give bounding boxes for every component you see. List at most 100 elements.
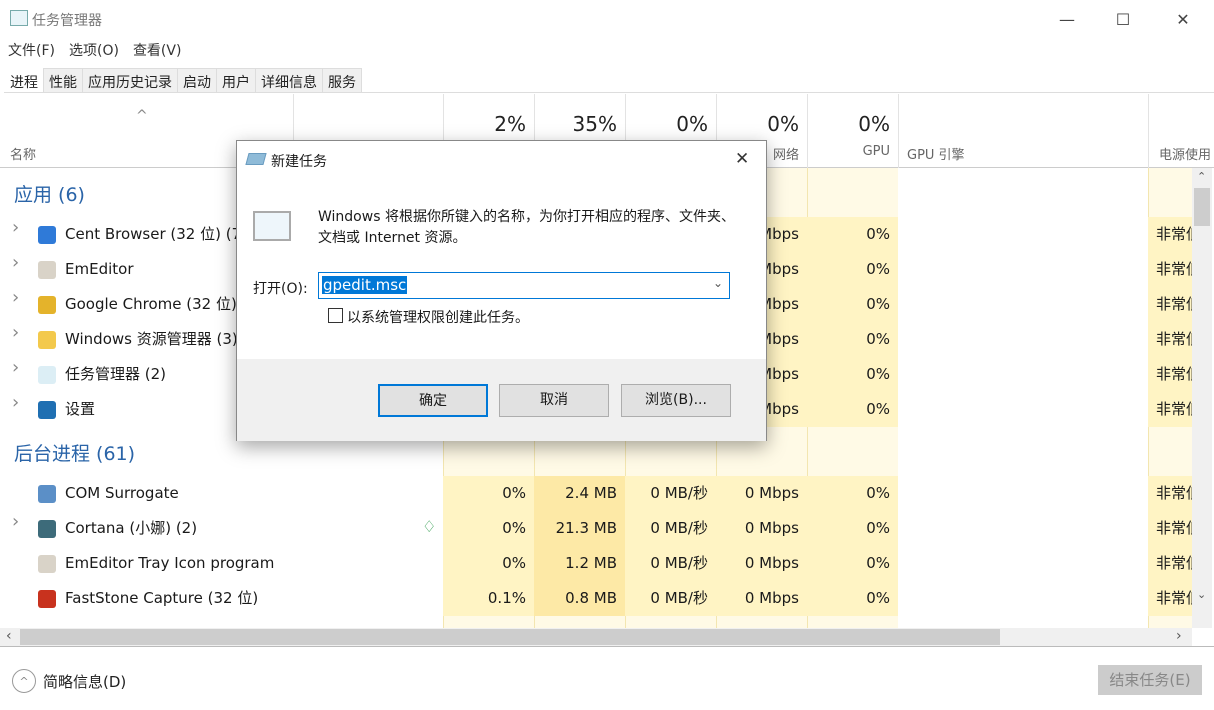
chevron-up-icon[interactable]: ^ (12, 669, 36, 693)
scroll-right-icon[interactable]: › (1176, 628, 1182, 644)
cell-disk: 0 MB/秒 (625, 476, 716, 511)
window-title: 任务管理器 (32, 13, 102, 29)
cell-mem: 1.2 MB (534, 546, 625, 581)
cell-power: 非常低 (1148, 357, 1192, 392)
column-power[interactable]: 电源使用 (1148, 94, 1214, 168)
chevron-down-icon[interactable]: ⌄ (713, 276, 723, 290)
cell-power: 非常低 (1148, 511, 1192, 546)
cell-gpu: 0% (807, 581, 898, 616)
cell-power: 非常低 (1148, 217, 1192, 252)
process-name: EmEditor Tray Icon program (65, 554, 275, 572)
cell-gpu: 0% (807, 252, 898, 287)
cell-power: 非常低 (1148, 322, 1192, 357)
close-button[interactable]: ✕ (1160, 0, 1206, 38)
menu-bar: 文件(F) 选项(O) 查看(V) (0, 40, 181, 62)
table-row[interactable]: EmEditor Tray Icon program 0% 1.2 MB 0 MB/秒… (0, 546, 1192, 581)
cancel-button[interactable]: 取消 (499, 384, 609, 417)
minimize-button[interactable]: — (1044, 0, 1090, 38)
cell-cpu: 0% (443, 546, 534, 581)
cell-power: 非常低 (1148, 252, 1192, 287)
cell-cpu: 0% (443, 511, 534, 546)
dialog-close-icon[interactable]: ✕ (735, 149, 749, 169)
table-row[interactable]: › Cortana (小娜) (2) ♢ 0% 21.3 MB 0 MB/秒 0 Mbps 0… (0, 511, 1192, 546)
gpu-total: 0% (858, 112, 890, 136)
cell-power: 非常低 (1148, 392, 1192, 427)
scroll-up-icon[interactable]: ⌃ (1197, 170, 1206, 183)
leaf-icon: ♢ (422, 517, 437, 536)
cell-gpu: 0% (807, 357, 898, 392)
tab-performance[interactable]: 性能 (43, 68, 83, 92)
dialog-title: 新建任务 (271, 154, 327, 170)
open-input-value[interactable]: gpedit.msc (322, 276, 408, 294)
browse-button[interactable]: 浏览(B)... (621, 384, 731, 417)
tab-details[interactable]: 详细信息 (255, 68, 323, 92)
cell-mem: 0.8 MB (534, 581, 625, 616)
admin-checkbox-label[interactable]: 以系统管理权限创建此任务。 (347, 307, 529, 327)
column-name[interactable]: 名称 (10, 144, 36, 163)
process-name: FastStone Capture (32 位) (65, 589, 259, 607)
menu-options[interactable]: 选项(O) (69, 40, 119, 62)
column-gpu-engine[interactable]: GPU 引擎 (898, 94, 1148, 168)
cell-disk: 0 MB/秒 (625, 546, 716, 581)
memory-total: 35% (572, 112, 617, 136)
group-header-background[interactable]: 后台进程 (61) (14, 439, 135, 466)
table-row[interactable]: COM Surrogate0%2.4 MB0 MB/秒0 Mbps0%非常低 (0, 476, 1192, 511)
task-manager-icon (253, 211, 291, 241)
less-details-link[interactable]: 简略信息(D) (43, 671, 126, 692)
new-task-dialog: 新建任务 ✕ Windows 将根据你所键入的名称，为你打开相应的程序、文件夹、… (236, 140, 767, 441)
sort-up-icon[interactable]: ^ (136, 108, 148, 124)
cell-net: 0 Mbps (716, 546, 807, 581)
tab-startup[interactable]: 启动 (177, 68, 217, 92)
cell-gpu: 0% (807, 476, 898, 511)
cell-gpu: 0% (807, 546, 898, 581)
cell-power: 非常低 (1148, 476, 1192, 511)
menu-file[interactable]: 文件(F) (8, 40, 55, 62)
cell-disk: 0 MB/秒 (625, 581, 716, 616)
cell-gpu: 0% (807, 217, 898, 252)
menu-view[interactable]: 查看(V) (133, 40, 182, 62)
open-label: 打开(O): (253, 281, 308, 297)
ok-button[interactable]: 确定 (378, 384, 488, 417)
run-icon (245, 153, 267, 165)
column-gpu[interactable]: 0% GPU (807, 94, 898, 168)
table-row[interactable]: FastStone Capture (32 位) 0.1% 0.8 MB 0 MB/秒… (0, 581, 1192, 616)
dialog-message: Windows 将根据你所键入的名称，为你打开相应的程序、文件夹、文档或 Int… (318, 209, 735, 246)
tab-app-history[interactable]: 应用历史记录 (82, 68, 178, 92)
maximize-button[interactable]: ☐ (1100, 0, 1146, 38)
cell-mem: 2.4 MB (534, 476, 625, 511)
cell-gpu: 0% (807, 511, 898, 546)
cell-disk: 0 MB/秒 (625, 511, 716, 546)
scroll-down-icon[interactable]: ⌄ (1197, 588, 1206, 601)
cell-cpu: 0% (443, 476, 534, 511)
vertical-scrollbar[interactable]: ⌃ ⌄ (1192, 168, 1212, 628)
process-name: COM Surrogate (65, 484, 179, 502)
network-label: 网络 (772, 148, 799, 163)
cell-net: 0 Mbps (716, 581, 807, 616)
cell-power: 非常低 (1148, 581, 1192, 616)
tab-processes[interactable]: 进程 (4, 68, 44, 92)
scroll-thumb[interactable] (1194, 188, 1210, 226)
cell-mem: 21.3 MB (534, 511, 625, 546)
hscroll-thumb[interactable] (20, 629, 1000, 645)
gpu-label: GPU (862, 144, 890, 159)
horizontal-scrollbar[interactable]: ‹ › (0, 628, 1192, 646)
admin-checkbox[interactable] (328, 308, 343, 323)
cell-gpu: 0% (807, 322, 898, 357)
power-label: 电源使用 (1159, 148, 1212, 163)
cell-gpu: 0% (807, 392, 898, 427)
cell-power: 非常低 (1148, 287, 1192, 322)
tab-users[interactable]: 用户 (216, 68, 256, 92)
end-task-button[interactable]: 结束任务(E) (1098, 665, 1202, 695)
process-name: Cortana (小娜) (2) (65, 519, 198, 537)
open-combobox[interactable]: gpedit.msc ⌄ (318, 272, 730, 299)
cell-power: 非常低 (1148, 546, 1192, 581)
cell-gpu: 0% (807, 287, 898, 322)
group-header-apps[interactable]: 应用 (6) (14, 180, 85, 207)
tab-services[interactable]: 服务 (322, 68, 362, 92)
cell-net: 0 Mbps (716, 511, 807, 546)
title-bar: 任务管理器 — ☐ ✕ (0, 0, 1214, 38)
gpu-engine-label: GPU 引擎 (907, 148, 965, 163)
network-total: 0% (767, 112, 799, 136)
task-manager-icon (10, 10, 28, 26)
scroll-left-icon[interactable]: ‹ (6, 628, 12, 644)
